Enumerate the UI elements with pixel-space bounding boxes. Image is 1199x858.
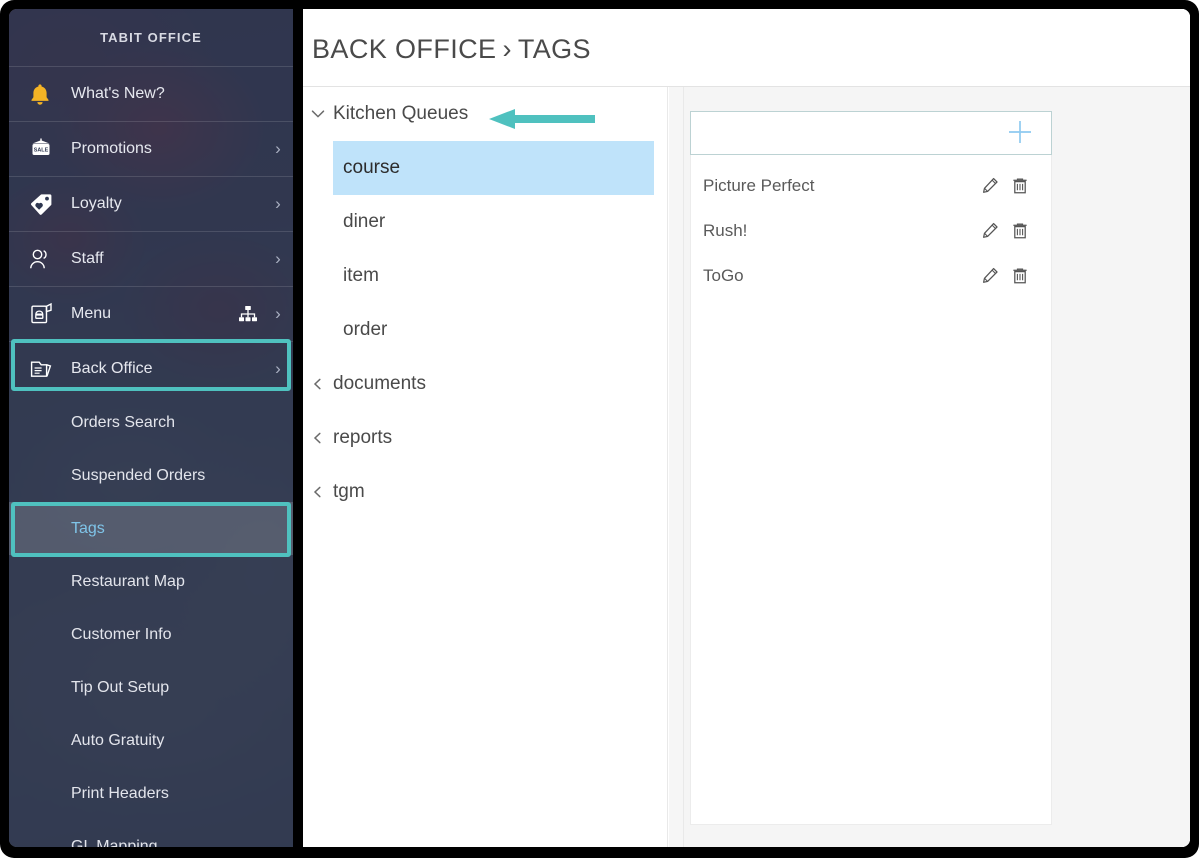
chevron-right-icon: › [263, 359, 293, 379]
chevron-right-icon: › [263, 304, 293, 324]
pencil-icon[interactable] [975, 177, 1005, 195]
sidebar-item-whats-new[interactable]: What's New? [9, 67, 293, 121]
sidebar-item-label: Menu [71, 305, 233, 323]
bell-icon [29, 82, 71, 106]
sidebar-item-back-office[interactable]: Back Office › [9, 342, 293, 396]
tag-name: Rush! [703, 221, 975, 241]
tree-group-label: tgm [333, 481, 365, 503]
chevron-left-icon[interactable] [311, 378, 333, 390]
main-area: BACK OFFICE›TAGS Kitchen Queues course d… [293, 9, 1190, 847]
breadcrumb-root[interactable]: BACK OFFICE [312, 34, 496, 64]
svg-text:SALE: SALE [34, 148, 49, 154]
menu-book-icon [29, 302, 71, 326]
tree-group-label: documents [333, 373, 426, 395]
chevron-right-icon: › [263, 194, 293, 214]
new-tag-row[interactable] [690, 111, 1052, 155]
breadcrumb-separator: › [502, 34, 511, 64]
chevron-left-icon[interactable] [311, 486, 333, 498]
breadcrumb-current: TAGS [518, 34, 591, 64]
staff-people-icon [29, 248, 71, 270]
tree-group-kitchen-queues[interactable]: Kitchen Queues [303, 87, 667, 141]
sidebar-item-label: Promotions [71, 140, 263, 158]
tree-item-order[interactable]: order [303, 303, 667, 357]
tag-group-tree: Kitchen Queues course diner item order d… [303, 87, 668, 847]
loyalty-tag-icon [29, 192, 71, 216]
column-gutter [669, 87, 683, 847]
pencil-icon[interactable] [975, 222, 1005, 240]
frame-gap [293, 9, 303, 847]
sidebar-item-auto-gratuity[interactable]: Auto Gratuity [9, 714, 293, 767]
sale-tag-sign-icon: SALE [29, 137, 71, 161]
left-sidebar: TABIT OFFICE What's New? [9, 9, 293, 847]
sidebar-item-suspended-orders[interactable]: Suspended Orders [9, 449, 293, 502]
breadcrumb-bar: BACK OFFICE›TAGS [303, 9, 1190, 87]
sidebar-scroll-area[interactable]: TABIT OFFICE What's New? [9, 9, 293, 847]
sidebar-item-restaurant-map[interactable]: Restaurant Map [9, 555, 293, 608]
sidebar-item-label: Loyalty [71, 195, 263, 213]
sidebar-item-tags[interactable]: Tags [9, 502, 293, 555]
sidebar-item-print-headers[interactable]: Print Headers [9, 767, 293, 820]
tree-item-course[interactable]: course [333, 141, 654, 195]
trash-icon[interactable] [1005, 267, 1035, 285]
tag-list: Picture Perfect [690, 155, 1052, 825]
tree-group-label: Kitchen Queues [333, 103, 468, 125]
sidebar-item-customer-info[interactable]: Customer Info [9, 608, 293, 661]
breadcrumb: BACK OFFICE›TAGS [312, 34, 591, 65]
tag-row[interactable]: Rush! [691, 208, 1051, 253]
tag-row[interactable]: Picture Perfect [691, 163, 1051, 208]
trash-icon[interactable] [1005, 222, 1035, 240]
tree-group-tgm[interactable]: tgm [303, 465, 667, 519]
chevron-right-icon: › [263, 249, 293, 269]
chevron-down-icon[interactable] [311, 109, 333, 119]
sidebar-item-label: What's New? [71, 85, 263, 103]
sidebar-item-staff[interactable]: Staff › [9, 232, 293, 286]
sidebar-item-gl-mapping[interactable]: GL Mapping [9, 820, 293, 847]
window-content: TABIT OFFICE What's New? [9, 9, 1190, 847]
sidebar-item-promotions[interactable]: SALE Promotions › [9, 122, 293, 176]
tags-panel: Picture Perfect [683, 87, 1190, 847]
sidebar-item-loyalty[interactable]: Loyalty › [9, 177, 293, 231]
tree-item-diner[interactable]: diner [303, 195, 667, 249]
sidebar-item-label: Staff [71, 250, 263, 268]
tree-group-reports[interactable]: reports [303, 411, 667, 465]
tag-name: ToGo [703, 266, 975, 286]
pencil-icon[interactable] [975, 267, 1005, 285]
tree-group-label: reports [333, 427, 392, 449]
sidebar-item-tip-out-setup[interactable]: Tip Out Setup [9, 661, 293, 714]
chevron-right-icon: › [263, 139, 293, 159]
trash-icon[interactable] [1005, 177, 1035, 195]
tree-group-documents[interactable]: documents [303, 357, 667, 411]
sidebar-item-menu[interactable]: Menu › [9, 287, 293, 341]
sidebar-item-label: Back Office [71, 360, 263, 378]
screenshot-root: TABIT OFFICE What's New? [0, 0, 1199, 858]
tree-item-item[interactable]: item [303, 249, 667, 303]
tag-name: Picture Perfect [703, 176, 975, 196]
plus-icon[interactable] [1005, 117, 1035, 147]
folder-document-icon [29, 357, 71, 381]
sidebar-title: TABIT OFFICE [9, 9, 293, 66]
sitemap-icon[interactable] [233, 305, 263, 323]
main-pane: BACK OFFICE›TAGS Kitchen Queues course d… [303, 9, 1190, 847]
tag-row[interactable]: ToGo [691, 253, 1051, 298]
sidebar-item-orders-search[interactable]: Orders Search [9, 396, 293, 449]
chevron-left-icon[interactable] [311, 432, 333, 444]
